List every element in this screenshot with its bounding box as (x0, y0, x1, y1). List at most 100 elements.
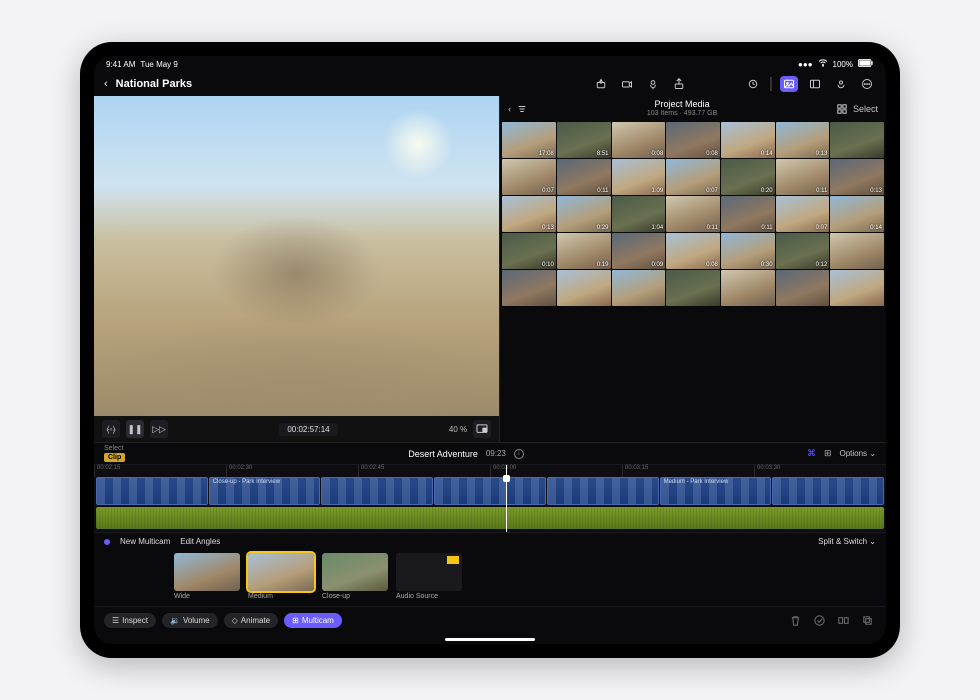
media-thumbnail[interactable]: 0:14 (830, 196, 884, 232)
viewer[interactable] (94, 96, 499, 416)
back-button[interactable]: ‹ (104, 78, 108, 90)
media-thumbnail[interactable] (721, 270, 775, 306)
media-thumbnail[interactable]: 0:19 (557, 233, 611, 269)
media-thumbnail[interactable] (502, 270, 556, 306)
browser-back-icon[interactable]: ‹ (508, 104, 511, 114)
multicam-mode-button[interactable]: Split & Switch ⌄ (818, 537, 876, 546)
timeline-clip[interactable] (321, 477, 433, 505)
playhead[interactable] (506, 465, 507, 532)
voiceover-icon[interactable] (644, 76, 662, 92)
browser-title: Project Media (533, 100, 831, 110)
media-thumbnail[interactable] (830, 270, 884, 306)
select-button[interactable]: Select (853, 104, 878, 114)
media-thumbnail[interactable] (666, 270, 720, 306)
media-thumbnail[interactable] (612, 270, 666, 306)
duplicate-icon[interactable] (858, 612, 876, 630)
timeline-clip[interactable] (434, 477, 546, 505)
multicam-angle[interactable]: Audio Source (396, 553, 462, 600)
timeline[interactable]: 00:02:1500:02:3000:02:4500:03:0000:03:15… (94, 464, 886, 532)
multicam-angle[interactable]: Wide (174, 553, 240, 600)
ruler-tick: 00:02:30 (226, 465, 358, 477)
media-thumbnail[interactable]: 0:14 (721, 122, 775, 158)
new-multicam-button[interactable]: New Multicam (120, 537, 170, 546)
info-icon[interactable]: i (514, 449, 524, 459)
audio-track[interactable] (96, 507, 884, 529)
battery-pct: 100% (833, 60, 853, 69)
viewer-zoom[interactable]: 40 % (449, 425, 467, 434)
media-thumbnail[interactable]: 0:10 (502, 233, 556, 269)
split-icon[interactable] (834, 612, 852, 630)
media-thumbnail[interactable]: 0:11 (776, 159, 830, 195)
clip-tag[interactable]: Clip (104, 453, 125, 462)
media-thumbnail[interactable] (557, 270, 611, 306)
thumb-duration: 1:04 (652, 225, 664, 231)
timeline-clip[interactable] (96, 477, 208, 505)
home-indicator[interactable] (94, 634, 886, 644)
media-thumbnail[interactable]: 0:13 (776, 122, 830, 158)
audio-browser-icon[interactable] (832, 76, 850, 92)
media-thumbnail[interactable]: 0:07 (502, 159, 556, 195)
media-thumbnail[interactable]: 17:08 (502, 122, 556, 158)
media-thumbnail[interactable]: 0:07 (776, 196, 830, 232)
media-thumbnail[interactable]: 0:09 (612, 233, 666, 269)
timecode-display[interactable]: 00:02:57:14 (279, 423, 337, 436)
media-thumbnail[interactable] (776, 270, 830, 306)
multicam-angle[interactable]: Close-up (322, 553, 388, 600)
timeline-clip[interactable]: Close-up - Park Interview (209, 477, 321, 505)
animate-button[interactable]: ◇ Animate (224, 613, 279, 628)
history-icon[interactable] (744, 76, 762, 92)
photos-browser-icon[interactable] (780, 76, 798, 92)
media-thumbnail[interactable]: 0:13 (502, 196, 556, 232)
timeline-clip[interactable] (772, 477, 884, 505)
timeline-clip[interactable]: Medium - Park Interview (660, 477, 772, 505)
camera-icon[interactable] (618, 76, 636, 92)
project-title: National Parks (116, 78, 192, 90)
thumb-duration: 0:07 (816, 225, 828, 231)
media-thumbnail[interactable]: 0:07 (666, 159, 720, 195)
timeline-ruler[interactable]: 00:02:1500:02:3000:02:4500:03:0000:03:15… (94, 465, 886, 477)
media-thumbnail[interactable]: 0:29 (557, 196, 611, 232)
video-track[interactable]: Close-up - Park Interview Medium - Park I… (94, 477, 886, 505)
media-thumbnail[interactable]: 0:11 (666, 196, 720, 232)
status-time: 9:41 AM (106, 60, 135, 69)
media-thumbnail[interactable]: 0:13 (830, 159, 884, 195)
multicam-button[interactable]: ⊞ Multicam (284, 613, 342, 628)
media-thumbnail[interactable]: 0:08 (666, 122, 720, 158)
view-options-button[interactable] (473, 420, 491, 438)
media-thumbnail[interactable]: 0:08 (612, 122, 666, 158)
enable-icon[interactable] (810, 612, 828, 630)
import-icon[interactable] (592, 76, 610, 92)
media-thumbnail[interactable]: 1:09 (612, 159, 666, 195)
media-thumbnail[interactable]: 0:20 (721, 159, 775, 195)
next-frame-button[interactable]: ▷▷ (150, 420, 168, 438)
thumb-duration: 0:08 (706, 262, 718, 268)
more-icon[interactable] (858, 76, 876, 92)
link-icon[interactable]: ⌘ (807, 448, 816, 459)
volume-button[interactable]: 🔉 Volume (162, 613, 218, 628)
share-icon[interactable] (670, 76, 688, 92)
media-thumbnail[interactable]: 0:11 (557, 159, 611, 195)
prev-frame-button[interactable]: ⦑◦⦒ (102, 420, 120, 438)
multicam-angle[interactable]: Medium (248, 553, 314, 600)
delete-icon[interactable] (786, 612, 804, 630)
inspect-button[interactable]: ☰ Inspect (104, 613, 156, 628)
options-button[interactable]: Options ⌄ (839, 449, 876, 458)
media-thumbnail[interactable] (830, 122, 884, 158)
media-thumbnail[interactable]: 0:11 (721, 196, 775, 232)
play-pause-button[interactable]: ❚❚ (126, 420, 144, 438)
signal-icon: ●●● (798, 60, 813, 69)
media-thumbnail[interactable]: 0:12 (776, 233, 830, 269)
media-thumbnail[interactable]: 8:51 (557, 122, 611, 158)
snap-icon[interactable]: ⊞ (824, 448, 832, 459)
thumb-duration: 8:51 (597, 151, 609, 157)
edit-angles-button[interactable]: Edit Angles (180, 537, 220, 546)
timeline-clip[interactable] (547, 477, 659, 505)
content-library-icon[interactable] (806, 76, 824, 92)
media-thumbnail[interactable] (830, 233, 884, 269)
media-thumbnail[interactable]: 1:04 (612, 196, 666, 232)
filter-icon[interactable] (517, 104, 527, 114)
media-thumbnail[interactable]: 0:08 (666, 233, 720, 269)
thumb-duration: 17:08 (539, 151, 554, 157)
media-thumbnail[interactable]: 0:30 (721, 233, 775, 269)
grid-layout-icon[interactable] (837, 104, 847, 114)
